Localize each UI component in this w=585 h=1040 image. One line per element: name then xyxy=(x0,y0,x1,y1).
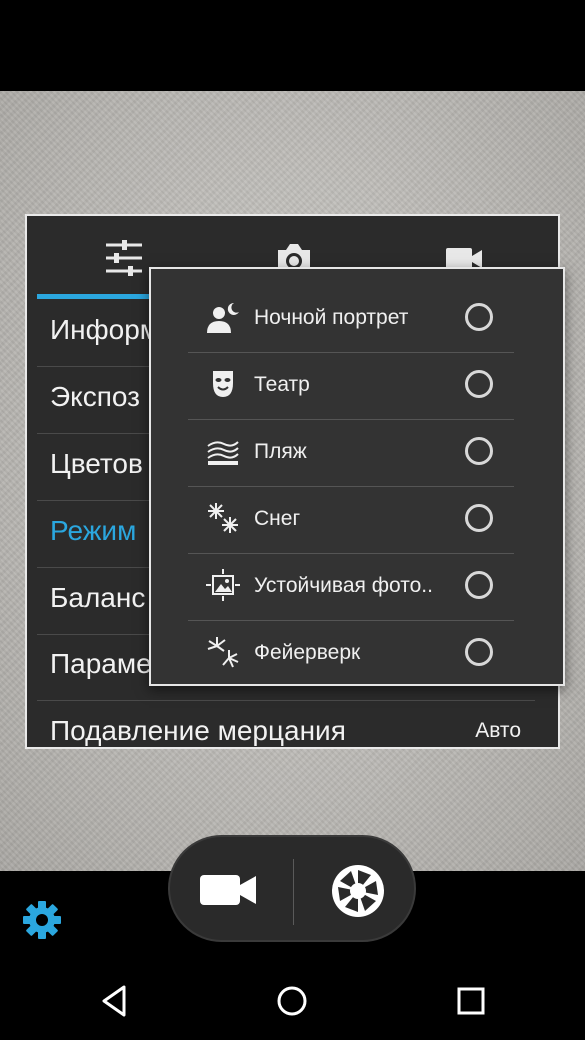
recents-icon[interactable] xyxy=(451,981,491,1021)
snowflake-icon xyxy=(208,503,238,533)
fireworks-icon xyxy=(207,637,239,668)
shutter-button[interactable] xyxy=(331,864,385,918)
scene-radio[interactable] xyxy=(465,504,493,532)
back-icon[interactable] xyxy=(96,981,136,1021)
theater-mask-icon xyxy=(213,371,233,397)
scene-option-label: Театр xyxy=(254,373,310,396)
setting-label: Режим xyxy=(50,515,137,546)
setting-label: Цветов xyxy=(50,448,143,479)
scene-option-label: Фейерверк xyxy=(254,641,361,664)
capture-controls xyxy=(168,835,416,942)
scene-radio[interactable] xyxy=(465,303,493,331)
scene-option-label: Пляж xyxy=(254,440,307,463)
scene-option-beach[interactable]: Пляж xyxy=(188,420,514,487)
scene-option-label: Устойчивая фото.. xyxy=(254,574,433,597)
scene-radio[interactable] xyxy=(465,437,493,465)
scene-option-steady-photo[interactable]: Устойчивая фото.. xyxy=(188,554,514,621)
setting-label: Баланс xyxy=(50,582,146,613)
status-bar xyxy=(0,0,585,91)
setting-label: Параме xyxy=(50,648,152,679)
scene-option-fireworks[interactable]: Фейерверк xyxy=(188,621,514,684)
video-record-button[interactable] xyxy=(200,871,258,909)
scene-radio[interactable] xyxy=(465,370,493,398)
setting-label: Информ xyxy=(50,314,160,345)
setting-row-flicker[interactable]: Подавление мерцания Авто xyxy=(37,701,535,747)
beach-icon xyxy=(207,441,239,465)
tab-general-settings[interactable] xyxy=(102,238,146,278)
scene-option-theater[interactable]: Театр xyxy=(188,353,514,420)
pill-divider xyxy=(293,859,294,925)
scene-radio[interactable] xyxy=(465,571,493,599)
scene-option-label: Снег xyxy=(254,507,301,530)
active-tab-indicator xyxy=(37,294,155,299)
gear-icon[interactable] xyxy=(22,900,62,940)
home-icon[interactable] xyxy=(272,981,312,1021)
scene-option-label: Ночной портрет xyxy=(254,306,409,329)
scene-option-snow[interactable]: Снег xyxy=(188,487,514,554)
scene-option-night-portrait[interactable]: Ночной портрет xyxy=(188,286,514,353)
steady-photo-icon xyxy=(206,569,240,601)
scene-mode-popup: Ночной портрет Театр Пляж Снег Устойчива… xyxy=(149,267,565,686)
night-portrait-icon xyxy=(207,302,239,333)
sliders-icon xyxy=(106,240,142,276)
setting-label: Подавление мерцания xyxy=(50,715,346,746)
setting-value: Авто xyxy=(475,719,521,742)
setting-label: Экспоз xyxy=(50,381,140,412)
scene-radio[interactable] xyxy=(465,638,493,666)
